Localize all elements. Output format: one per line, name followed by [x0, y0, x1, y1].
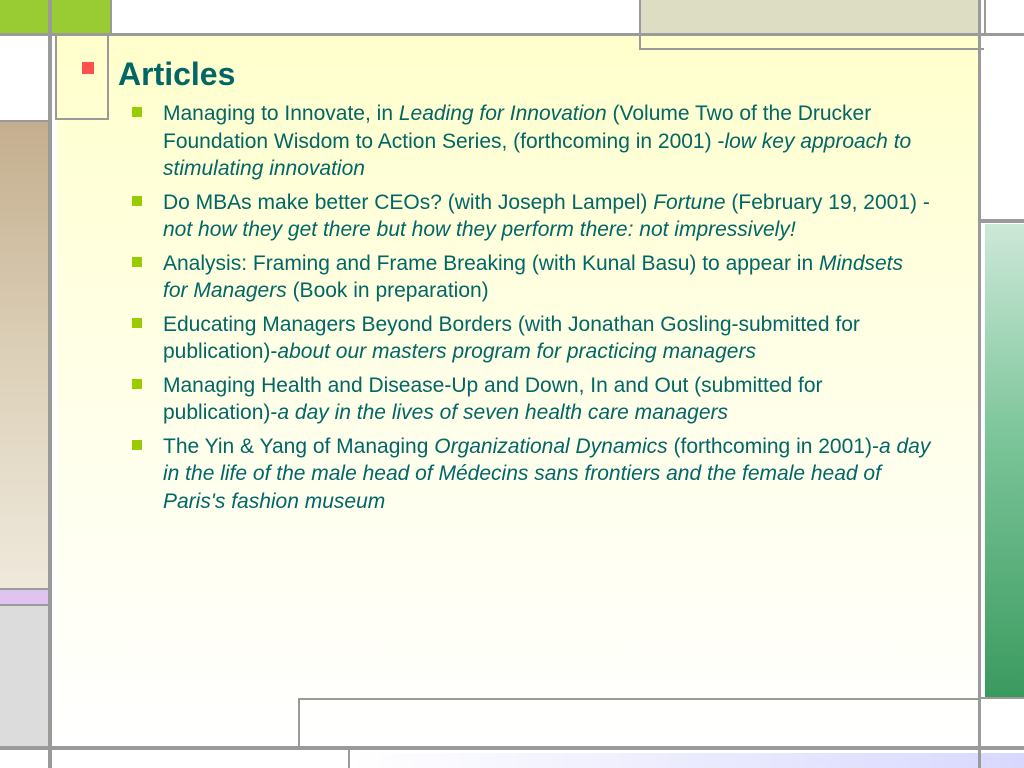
grid-line [981, 219, 1024, 223]
grid-line [0, 588, 50, 590]
title-bullet-icon [82, 62, 94, 74]
bullet-icon [132, 256, 142, 267]
grid-line [107, 36, 109, 120]
bullet-icon [132, 195, 142, 206]
bullet-icon [132, 378, 142, 389]
item-text-plain: (Book in preparation) [286, 279, 489, 302]
bullet-icon [132, 317, 142, 328]
grid-line [0, 120, 50, 122]
green-right-block [985, 224, 1024, 698]
list-item-text: Managing Health and Disease-Up and Down,… [163, 372, 932, 427]
grid-line [0, 33, 1024, 36]
bullet-icon [132, 439, 142, 450]
list-item-text: Educating Managers Beyond Borders (with … [163, 311, 932, 366]
grid-line [0, 604, 50, 606]
item-text-plain: Analysis: Framing and Frame Breaking (wi… [163, 251, 819, 275]
gray-side-block [0, 606, 48, 746]
item-text-italic: Fortune [653, 190, 726, 214]
list-item: Analysis: Framing and Frame Breaking (wi… [132, 250, 932, 305]
list-item: Managing to Innovate, in Leading for Inn… [132, 100, 932, 183]
lavender-side-strip [0, 590, 48, 604]
grid-line [55, 118, 109, 120]
grid-line [348, 750, 350, 768]
tan-side-block [0, 122, 48, 588]
bullet-icon [132, 107, 142, 117]
list-item-text: Managing to Innovate, in Leading for Inn… [163, 100, 932, 183]
item-text-italic: about our masters program for practicing… [277, 340, 756, 363]
article-list: Managing to Innovate, in Leading for Inn… [132, 100, 932, 521]
grid-line [639, 48, 984, 50]
item-text-plain: The Yin & Yang of Managing [163, 434, 435, 458]
list-item: Do MBAs make better CEOs? (with Joseph L… [132, 189, 932, 244]
grid-line [48, 0, 52, 768]
grid-line [0, 746, 1024, 750]
item-text-italic: Organizational Dynamics [434, 434, 668, 458]
list-item-text: Do MBAs make better CEOs? (with Joseph L… [163, 189, 932, 244]
item-text-italic: not how they get there but how they perf… [163, 218, 796, 241]
grid-line [298, 698, 300, 750]
green-corner-block [0, 0, 110, 33]
item-text-plain: Managing to Innovate, in [163, 102, 399, 125]
item-text-plain: (February 19, 2001) - [725, 190, 930, 214]
bottom-gradient-strip [350, 753, 1024, 768]
list-item: Managing Health and Disease-Up and Down,… [132, 372, 932, 427]
item-text-italic: Leading for Innovation [398, 102, 607, 125]
grid-line [298, 698, 978, 700]
list-item-text: Analysis: Framing and Frame Breaking (wi… [163, 250, 932, 305]
grid-line [981, 697, 1024, 699]
list-item-text: The Yin & Yang of Managing Organizationa… [163, 433, 932, 516]
grid-line [110, 0, 112, 33]
grid-line [978, 0, 981, 768]
slide-title: Articles [118, 56, 236, 92]
item-text-italic: a day in the lives of seven health care … [277, 401, 729, 424]
tan-top-block [641, 0, 979, 33]
list-item: The Yin & Yang of Managing Organizationa… [132, 433, 932, 516]
item-text-plain: Do MBAs make better CEOs? (with Joseph L… [163, 190, 654, 214]
grid-line [984, 0, 986, 33]
grid-line [639, 0, 641, 50]
item-text-plain: (forthcoming in 2001)- [667, 434, 879, 458]
list-item: Educating Managers Beyond Borders (with … [132, 311, 932, 366]
grid-line [55, 36, 57, 120]
